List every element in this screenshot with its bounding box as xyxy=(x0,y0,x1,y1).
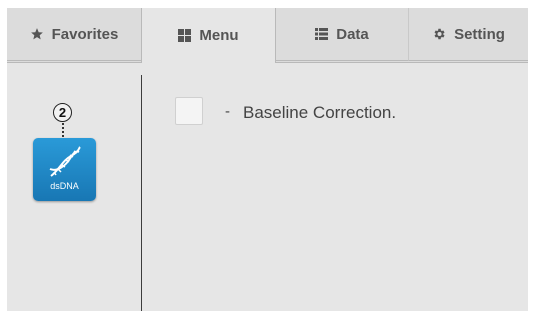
gear-icon xyxy=(432,27,446,41)
content-area: 2 dsDNA - Baseline Correction. xyxy=(7,62,528,311)
tab-setting-label: Setting xyxy=(454,25,505,43)
list-icon xyxy=(315,28,329,40)
baseline-correction-checkbox[interactable] xyxy=(175,97,203,125)
app-frame: Favorites Menu Data Setting 2 dsDNA - Ba… xyxy=(7,8,528,311)
dsdna-app-button[interactable]: dsDNA xyxy=(33,138,96,201)
tab-menu-label: Menu xyxy=(199,27,239,44)
dsdna-app-label: dsDNA xyxy=(50,181,79,191)
tab-bar: Favorites Menu Data Setting xyxy=(7,8,528,63)
tab-favorites[interactable]: Favorites xyxy=(7,8,141,61)
star-icon xyxy=(30,27,44,41)
tab-menu[interactable]: Menu xyxy=(141,8,276,63)
dna-icon xyxy=(49,146,81,177)
baseline-correction-label: Baseline Correction. xyxy=(243,103,397,122)
tab-data-label: Data xyxy=(336,25,369,43)
step-connector-line xyxy=(62,123,64,137)
tab-favorites-label: Favorites xyxy=(51,25,119,43)
tab-data[interactable]: Data xyxy=(276,8,409,61)
panel-divider xyxy=(141,75,142,311)
step-number-badge: 2 xyxy=(53,103,72,122)
option-dash: - xyxy=(225,103,230,120)
tab-setting[interactable]: Setting xyxy=(409,8,528,61)
grid-icon xyxy=(178,29,192,42)
